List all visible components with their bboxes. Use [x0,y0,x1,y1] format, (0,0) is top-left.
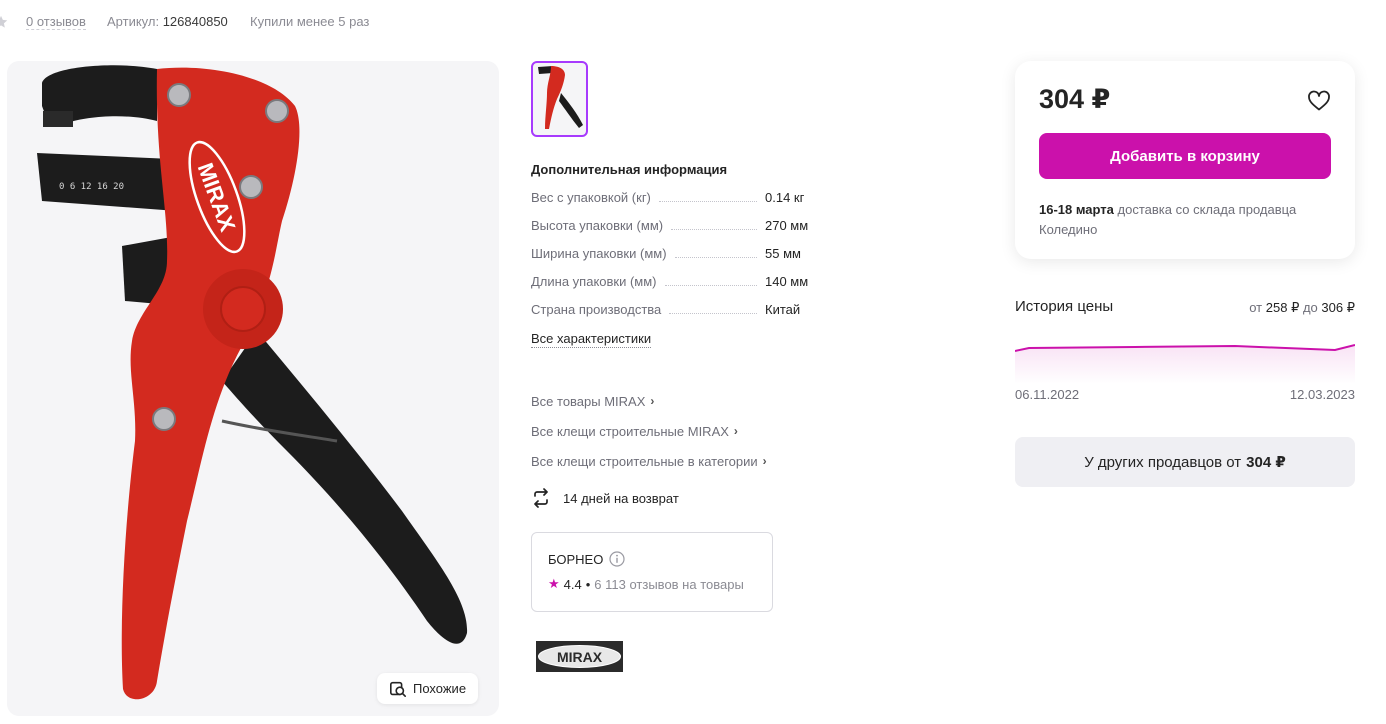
other-sellers-price: 304 ₽ [1246,454,1286,471]
info-icon[interactable] [609,551,625,567]
delivery-date: 16-18 марта [1039,202,1114,217]
spec-dots [664,274,757,286]
spec-row: Вес с упаковкой (кг) 0.14 кг [531,190,831,218]
spec-row: Страна производства Китай [531,302,831,330]
thumbnail-image [538,66,583,129]
brand-logo[interactable]: MIRAX [536,641,623,672]
star-icon [0,15,8,28]
spec-value: 55 мм [765,246,801,261]
svg-text:MIRAX: MIRAX [557,649,603,665]
spec-dots [674,246,757,258]
spec-value: 0.14 кг [765,190,805,205]
price-max: 306 ₽ [1321,300,1355,315]
spec-value: 270 мм [765,218,809,233]
mirax-logo-image: MIRAX [536,641,623,672]
spec-dots [658,190,757,202]
gallery-thumbnail[interactable] [531,61,588,137]
article-number: Артикул: 126840850 [107,14,228,29]
price-history-chart[interactable] [1015,330,1355,384]
spec-dots [669,302,757,314]
wire-stripper-image: 0 6 12 16 20 MIRAX [37,65,468,700]
link-label: Все товары MIRAX [531,393,646,409]
link-all-brand-products[interactable]: Все товары MIRAX › [531,386,767,416]
price-history-start-date: 06.11.2022 [1015,387,1080,402]
spec-label: Страна производства [531,302,662,317]
seller-rating: ★ 4.4 • 6 113 отзывов на товары [548,576,756,592]
link-brand-category[interactable]: Все клещи строительные MIRAX › [531,416,767,446]
rating-separator: • [585,576,591,592]
product-price: 304 ₽ [1039,84,1111,114]
other-sellers-label: У других продавцов от [1084,453,1242,471]
seller-name-row: БОРНЕО [548,551,756,567]
similar-label: Похожие [413,681,467,696]
category-links: Все товары MIRAX › Все клещи строительны… [531,386,767,476]
reviews-link[interactable]: 0 отзывов [26,14,86,30]
chevron-right-icon: › [733,424,738,438]
seller-name[interactable]: БОРНЕО [548,552,603,567]
price-card: 304 ₽ Добавить в корзину 16-18 марта дос… [1015,61,1355,259]
spec-label: Высота упаковки (мм) [531,218,664,233]
link-label: Все клещи строительные MIRAX [531,423,729,439]
main-product-image[interactable]: 0 6 12 16 20 MIRAX Похожие [7,61,499,716]
link-category[interactable]: Все клещи строительные в категории › [531,446,767,476]
spec-label: Вес с упаковкой (кг) [531,190,651,205]
spec-row: Длина упаковки (мм) 140 мм [531,274,831,302]
price-range: от 258 ₽ до 306 ₽ [1249,300,1355,315]
chevron-right-icon: › [762,454,767,468]
return-policy: 14 дней на возврат [531,488,679,508]
heart-icon[interactable] [1307,89,1331,113]
spec-label: Длина упаковки (мм) [531,274,657,289]
link-label: Все клещи строительные в категории [531,453,758,469]
return-text: 14 дней на возврат [563,490,679,506]
delivery-info: 16-18 марта доставка со склада продавца … [1039,200,1299,240]
price-history-title: История цены [1015,298,1114,315]
all-specs-link[interactable]: Все характеристики [531,331,652,348]
spec-label: Ширина упаковки (мм) [531,246,667,261]
similar-search-icon [389,681,407,697]
price-min: 258 ₽ [1265,300,1300,315]
price-history-end-date: 12.03.2023 [1289,387,1355,402]
purchase-count: Купили менее 5 раз [250,14,370,29]
seller-rating-value: 4.4 [563,576,582,592]
seller-reviews-count: 6 113 отзывов на товары [594,576,744,592]
spec-value: Китай [765,302,801,317]
spec-row: Высота упаковки (мм) 270 мм [531,218,831,246]
chevron-right-icon: › [650,394,655,408]
svg-text:0 6 12 16 20: 0 6 12 16 20 [59,182,124,192]
spec-row: Ширина упаковки (мм) 55 мм [531,246,831,274]
rating-star-icon: ★ [548,576,560,591]
spec-list: Вес с упаковкой (кг) 0.14 кг Высота упак… [531,190,831,330]
additional-info-title: Дополнительная информация [531,162,728,177]
seller-card[interactable]: БОРНЕО ★ 4.4 • 6 113 отзывов на товары [531,532,773,612]
similar-products-button[interactable]: Похожие [377,673,479,704]
other-sellers-button[interactable]: У других продавцов от 304 ₽ [1015,437,1355,487]
spec-value: 140 мм [765,274,809,289]
spec-dots [671,218,757,230]
return-arrows-icon [534,488,548,508]
add-to-cart-button[interactable]: Добавить в корзину [1039,133,1331,179]
